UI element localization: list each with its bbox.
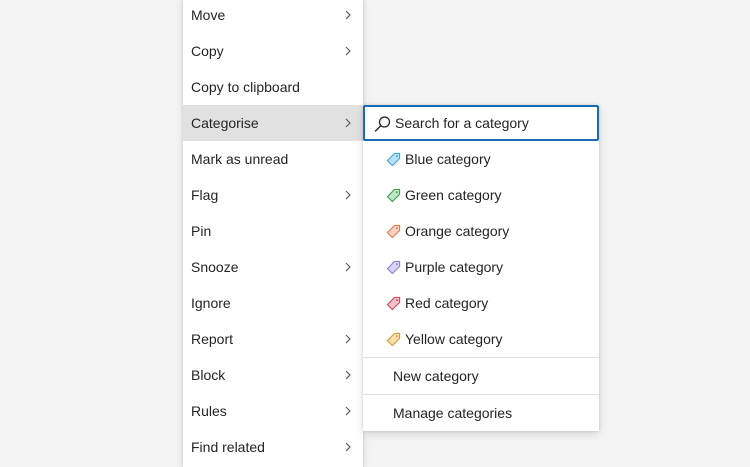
menu-item-flag[interactable]: Flag [183,177,363,213]
category-item-green[interactable]: Green category [363,177,599,213]
menu-item-label: Move [191,7,226,23]
menu-item-copy-to-clipboard[interactable]: Copy to clipboard [183,69,363,105]
category-item-red[interactable]: Red category [363,285,599,321]
chevron-right-icon [345,10,351,20]
category-item-blue[interactable]: Blue category [363,141,599,177]
chevron-right-icon [345,262,351,272]
menu-item-label: Find related [191,439,265,455]
category-label: Green category [405,187,502,203]
context-menu: Move Copy Copy to clipboard Categorise M… [183,0,363,467]
chevron-right-icon [345,118,351,128]
menu-item-label: Mark as unread [191,151,289,167]
chevron-right-icon [345,334,351,344]
menu-item-label: Pin [191,223,212,239]
chevron-right-icon [345,370,351,380]
menu-item-block[interactable]: Block [183,357,363,393]
menu-item-move[interactable]: Move [183,0,363,33]
menu-item-categorise[interactable]: Categorise [183,105,363,141]
menu-item-label: Ignore [191,295,231,311]
menu-item-label: Copy to clipboard [191,79,300,95]
category-submenu: Blue category Green category Orange cate… [363,105,599,431]
chevron-right-icon [345,46,351,56]
menu-item-pin[interactable]: Pin [183,213,363,249]
menu-item-snooze[interactable]: Snooze [183,249,363,285]
category-label: Red category [405,295,489,311]
tag-icon [386,296,401,311]
category-label: Orange category [405,223,510,239]
chevron-right-icon [345,190,351,200]
category-label: Purple category [405,259,504,275]
menu-item-find-related[interactable]: Find related [183,429,363,465]
menu-item-report[interactable]: Report [183,321,363,357]
menu-item-label: Block [191,367,226,383]
category-search-box[interactable] [363,105,599,141]
menu-item-label: Flag [191,187,219,203]
menu-item-label: Snooze [191,259,239,275]
category-label: Yellow category [405,331,503,347]
category-label: Blue category [405,151,491,167]
tag-icon [386,152,401,167]
chevron-right-icon [345,406,351,416]
category-list: Blue category Green category Orange cate… [363,141,599,431]
menu-item-label: Rules [191,403,227,419]
category-search-input[interactable] [395,107,591,139]
chevron-right-icon [345,442,351,452]
tag-icon [386,224,401,239]
manage-categories-button[interactable]: Manage categories [363,395,599,431]
search-icon [374,116,391,132]
menu-item-copy[interactable]: Copy [183,33,363,69]
tag-icon [386,260,401,275]
menu-item-mark-as-unread[interactable]: Mark as unread [183,141,363,177]
background-panel [0,0,183,449]
menu-item-ignore[interactable]: Ignore [183,285,363,321]
menu-item-rules[interactable]: Rules [183,393,363,429]
category-item-orange[interactable]: Orange category [363,213,599,249]
category-item-yellow[interactable]: Yellow category [363,321,599,357]
menu-item-label: Categorise [191,115,259,131]
menu-item-label: Report [191,331,234,347]
tag-icon [386,188,401,203]
tag-icon [386,332,401,347]
new-category-button[interactable]: New category [363,358,599,394]
category-item-purple[interactable]: Purple category [363,249,599,285]
menu-item-label: Copy [191,43,224,59]
